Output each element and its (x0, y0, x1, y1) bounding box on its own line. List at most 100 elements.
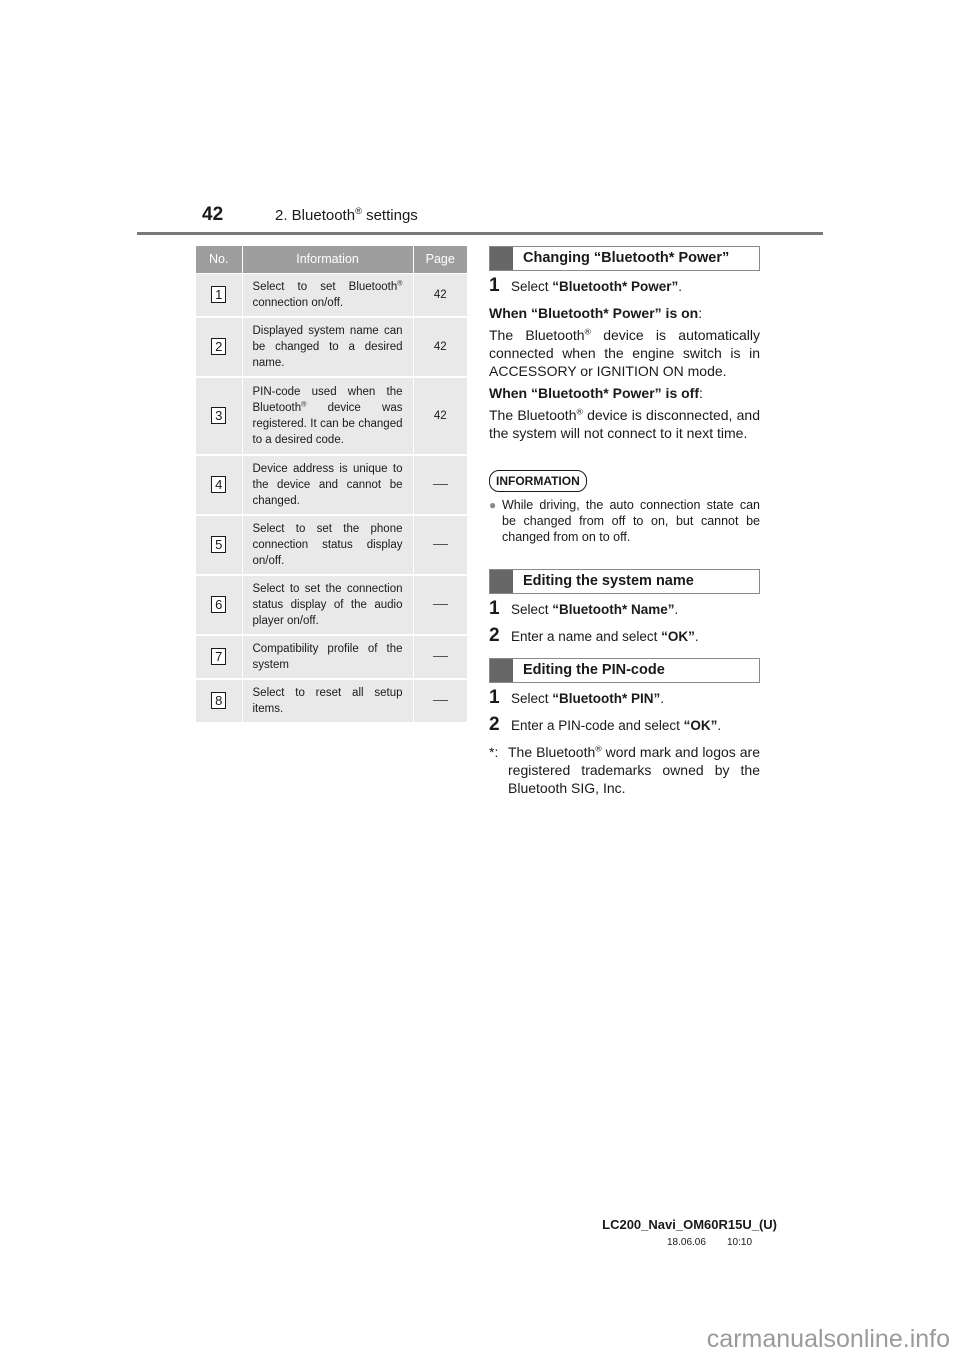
no-page-dash (432, 543, 448, 545)
step-text-pre: Enter a name and select (511, 629, 662, 644)
no-page-dash (432, 655, 448, 657)
step-number: 2 (489, 714, 500, 735)
print-time: 10:10 (727, 1237, 753, 1248)
table-row: 8 Select to reset all setup items. (196, 678, 467, 724)
row-number-box: 8 (211, 691, 227, 709)
step-number: 1 (489, 275, 500, 296)
registered-mark: ® (355, 206, 362, 217)
table-row: 3 PIN-code used when the Bluetooth® devic… (196, 376, 467, 456)
information-text: While driving, the auto connection state… (502, 498, 760, 544)
row-page-cell (413, 634, 467, 680)
row-number-box: 4 (211, 475, 227, 493)
settings-table: No. Information Page 1 Select to set Blue… (196, 246, 467, 724)
step-name-2: 2 Enter a name and select “OK”. (489, 625, 760, 646)
section-header-marker (490, 570, 513, 593)
step-number: 2 (489, 625, 500, 646)
row-information-cell: PIN-code used when the Bluetooth® device… (242, 376, 414, 456)
step-text: Select “Bluetooth* Name”. (511, 601, 678, 619)
trademark-footnote: *: The Bluetooth® word mark and logos ar… (489, 743, 760, 797)
step-text-pre: Select (511, 691, 553, 706)
step-text-bold: “OK” (661, 629, 695, 644)
row-page-number: 42 (433, 409, 447, 422)
section-header-pin: Editing the PIN-code (489, 658, 760, 683)
table-row: 7 Compatibility profile of the system (196, 634, 467, 680)
section-title-suffix: settings (361, 207, 418, 224)
section-header-power: Changing “Bluetooth* Power” (489, 246, 760, 271)
table-header-row: No. Information Page (196, 246, 467, 274)
power-off-heading-text: When “Bluetooth* Power” is off (489, 385, 699, 401)
section-title-text: 2. Bluetooth (275, 207, 356, 224)
row-information-text: Displayed system name can be changed to … (252, 324, 403, 369)
step-text-post: . (694, 629, 699, 644)
step-text-bold: “Bluetooth* Power” (552, 279, 679, 294)
step-text-pre: Enter a PIN-code and select (511, 718, 684, 733)
right-column: Changing “Bluetooth* Power” 1 Select “Bl… (489, 246, 760, 797)
row-page-number: 42 (433, 288, 447, 301)
footnote-text: The Bluetooth® word mark and logos are r… (508, 743, 760, 797)
step-text: Select “Bluetooth* Power”. (511, 278, 682, 296)
row-information-text: Select to reset all setup items. (252, 686, 403, 715)
row-page-cell (413, 514, 467, 576)
table-row: 4 Device address is unique to the device … (196, 454, 467, 516)
step-text: Select “Bluetooth* PIN”. (511, 690, 664, 708)
row-information-cell: Select to reset all setup items. (242, 678, 414, 724)
column-header-page: Page (413, 246, 467, 274)
power-off-text-pre: The Bluetooth (489, 407, 577, 423)
section-header-title: Editing the system name (523, 573, 694, 589)
power-on-heading-text: When “Bluetooth* Power” is on (489, 305, 699, 321)
row-number-cell: 1 (196, 273, 243, 318)
row-number-cell: 7 (196, 634, 243, 680)
row-number-box: 7 (211, 647, 227, 665)
information-item: ● While driving, the auto connection sta… (489, 497, 760, 545)
row-number-cell: 2 (196, 316, 243, 378)
row-page-cell (413, 454, 467, 516)
row-number-cell: 8 (196, 678, 243, 724)
section-header-name: Editing the system name (489, 569, 760, 594)
table-row: 6 Select to set the connection status dis… (196, 574, 467, 636)
information-badge: INFORMATION (489, 470, 587, 492)
row-number-cell: 3 (196, 376, 243, 456)
section-header-title: Changing “Bluetooth* Power” (523, 250, 730, 266)
row-number-cell: 5 (196, 514, 243, 576)
row-page-number: 42 (433, 340, 447, 353)
registered-mark: ® (397, 279, 403, 288)
power-off-text: The Bluetooth® device is disconnected, a… (489, 406, 760, 442)
section-header-marker (490, 247, 513, 270)
row-page-cell (413, 574, 467, 636)
table-row: 2 Displayed system name can be changed to… (196, 316, 467, 378)
row-page-cell (413, 678, 467, 724)
row-information-text-suffix: connection on/off. (252, 296, 344, 309)
power-on-heading: When “Bluetooth* Power” is on: (489, 304, 760, 322)
row-information-cell: Compatibility profile of the system (242, 634, 414, 680)
step-number: 1 (489, 598, 500, 619)
print-date: 18.06.06 (667, 1237, 706, 1248)
power-on-text: The Bluetooth® device is automatically c… (489, 326, 760, 380)
row-information-cell: Select to set Bluetooth® connection on/o… (242, 273, 414, 318)
step-name-1: 1 Select “Bluetooth* Name”. (489, 598, 760, 619)
colon: : (699, 385, 703, 401)
step-text-pre: Select (511, 279, 553, 294)
row-number-cell: 6 (196, 574, 243, 636)
row-information-text: Compatibility profile of the system (252, 642, 403, 671)
no-page-dash (432, 699, 448, 701)
row-number-box: 6 (211, 595, 227, 613)
header-rule (137, 232, 823, 235)
column-header-no: No. (196, 246, 243, 274)
power-off-heading: When “Bluetooth* Power” is off: (489, 384, 760, 402)
row-information-cell: Device address is unique to the device a… (242, 454, 414, 516)
footnote-text-pre: The Bluetooth (508, 744, 596, 760)
row-number-box: 5 (211, 535, 227, 553)
watermark: carmanualsonline.info (706, 1325, 950, 1353)
step-text-post: . (678, 279, 683, 294)
page-number: 42 (202, 204, 224, 225)
column-header-information: Information (242, 246, 414, 274)
row-information-text: Device address is unique to the device a… (252, 462, 403, 507)
row-information-cell: Select to set the phone connection statu… (242, 514, 414, 576)
step-text: Enter a PIN-code and select “OK”. (511, 717, 721, 735)
step-text-post: . (717, 718, 722, 733)
step-power-1: 1 Select “Bluetooth* Power”. (489, 275, 760, 296)
table-row: 5 Select to set the phone connection stat… (196, 514, 467, 576)
step-pin-2: 2 Enter a PIN-code and select “OK”. (489, 714, 760, 735)
row-number-box: 2 (211, 337, 227, 355)
colon: : (698, 305, 703, 321)
